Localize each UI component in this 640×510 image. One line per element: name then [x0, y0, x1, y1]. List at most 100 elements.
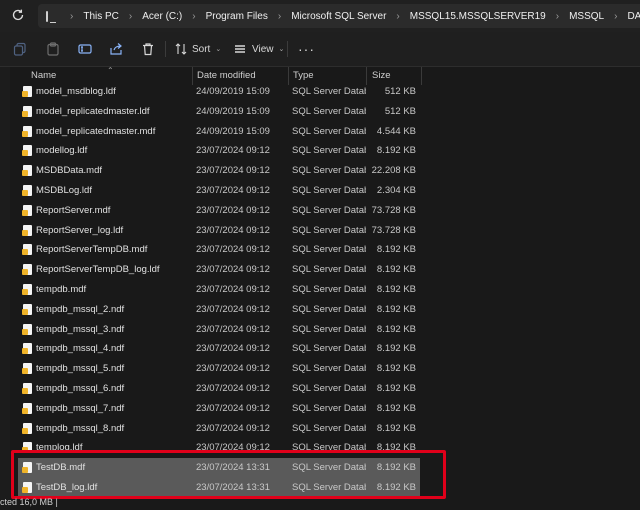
file-size: 22.208 KB — [371, 165, 416, 177]
file-size: 2.304 KB — [376, 185, 416, 196]
breadcrumb-item[interactable]: DATA — [627, 11, 640, 22]
file-type: SQL Server Databa... — [292, 323, 366, 335]
file-size: 8.192 KB — [376, 244, 416, 256]
file-row[interactable]: tempdb.mdf 23/07/2024 09:12 SQL Server Dat… — [18, 280, 420, 300]
navigation-pane-edge — [0, 67, 10, 510]
file-size: 8.192 KB — [376, 383, 416, 394]
file-row[interactable]: modellog.ldf 23/07/2024 09:12 SQL Server D… — [18, 141, 420, 161]
file-row[interactable]: ReportServer_log.ldf 23/07/2024 09:12 SQL … — [18, 221, 420, 241]
column-size[interactable]: Size — [372, 70, 390, 81]
file-row[interactable]: tempdb_mssql_4.ndf 23/07/2024 09:12 SQL Se… — [18, 339, 420, 359]
file-row[interactable]: MSDBLog.ldf 23/07/2024 09:12 SQL Server Da… — [18, 181, 420, 201]
file-name: model_replicatedmaster.ldf — [36, 105, 150, 117]
file-row[interactable]: model_replicatedmaster.mdf 24/09/2019 15:… — [18, 122, 420, 142]
sort-button[interactable]: Sort ⌄ — [175, 41, 221, 57]
file-name: modellog.ldf — [36, 145, 88, 157]
breadcrumb-separator-icon[interactable]: › — [614, 11, 617, 22]
file-name: MSDBData.mdf — [36, 165, 102, 177]
breadcrumb-item[interactable]: MSSQL15.MSSQLSERVER19 — [410, 11, 546, 22]
refresh-icon[interactable] — [10, 8, 26, 24]
view-icon — [234, 43, 246, 55]
file-name: ReportServerTempDB_log.ldf — [36, 264, 160, 276]
file-size: 8.192 KB — [376, 264, 416, 276]
breadcrumb-item[interactable]: Microsoft SQL Server — [291, 11, 386, 22]
file-date: 24/09/2019 15:09 — [196, 86, 270, 97]
file-row[interactable]: ReportServerTempDB.mdf 23/07/2024 09:12 SQ… — [18, 240, 420, 260]
column-name[interactable]: Name — [31, 70, 56, 81]
file-size: 8.192 KB — [376, 303, 416, 315]
file-size: 512 KB — [384, 86, 416, 97]
breadcrumb-separator-icon[interactable]: › — [556, 11, 559, 22]
delete-icon[interactable] — [141, 41, 155, 57]
file-icon — [22, 86, 32, 97]
file-date: 23/07/2024 09:12 — [196, 402, 270, 414]
file-type: SQL Server Databa... — [292, 224, 366, 236]
file-type: SQL Server Databa... — [292, 185, 366, 196]
breadcrumb-item[interactable]: Acer (C:) — [142, 11, 182, 22]
file-type: SQL Server Databa... — [292, 422, 366, 434]
file-name: tempdb_mssql_6.ndf — [36, 383, 125, 394]
breadcrumb-item[interactable]: This PC — [83, 11, 119, 22]
address-bar: › This PC › Acer (C:) › Program Files › Microso… — [0, 0, 640, 32]
file-date: 23/07/2024 09:12 — [196, 363, 270, 375]
breadcrumb-separator-icon[interactable]: › — [278, 11, 281, 22]
file-row[interactable]: tempdb_mssql_7.ndf 23/07/2024 09:12 SQL Se… — [18, 399, 420, 419]
file-type: SQL Server Databa... — [292, 125, 366, 137]
file-icon — [22, 402, 32, 414]
breadcrumb-separator-icon[interactable]: › — [129, 11, 132, 22]
paste-icon[interactable] — [46, 41, 60, 57]
sort-icon — [175, 43, 187, 55]
file-icon — [22, 244, 32, 256]
file-type: SQL Server Databa... — [292, 363, 366, 375]
view-label: View — [252, 43, 274, 55]
breadcrumb-separator-icon[interactable]: › — [70, 11, 73, 22]
file-row[interactable]: model_replicatedmaster.ldf 24/09/2019 15:… — [18, 102, 420, 122]
file-row[interactable]: tempdb_mssql_3.ndf 23/07/2024 09:12 SQL Se… — [18, 320, 420, 340]
column-type[interactable]: Type — [293, 70, 314, 81]
file-row[interactable]: tempdb_mssql_6.ndf 23/07/2024 09:12 SQL Se… — [18, 379, 420, 399]
file-name: tempdb_mssql_3.ndf — [36, 323, 125, 335]
file-type: SQL Server Databa... — [292, 145, 366, 157]
copy-icon[interactable] — [13, 41, 27, 57]
file-row[interactable]: MSDBData.mdf 23/07/2024 09:12 SQL Server D… — [18, 161, 420, 181]
view-button[interactable]: View ⌄ — [234, 41, 284, 57]
file-type: SQL Server Databa... — [292, 244, 366, 256]
file-row[interactable]: ReportServerTempDB_log.ldf 23/07/2024 09:… — [18, 260, 420, 280]
breadcrumb-item[interactable]: MSSQL — [569, 11, 604, 22]
file-date: 23/07/2024 09:12 — [196, 145, 270, 157]
file-size: 73.728 KB — [371, 224, 416, 236]
breadcrumb-item[interactable]: Program Files — [206, 11, 268, 22]
column-date[interactable]: Date modified — [197, 70, 256, 81]
breadcrumb-separator-icon[interactable]: › — [192, 11, 195, 22]
file-name: ReportServer_log.ldf — [36, 224, 124, 236]
file-row[interactable]: tempdb_mssql_5.ndf 23/07/2024 09:12 SQL Se… — [18, 359, 420, 379]
file-row[interactable]: model_msdblog.ldf 24/09/2019 15:09 SQL Ser… — [18, 82, 420, 102]
breadcrumb[interactable]: › This PC › Acer (C:) › Program Files › Microso… — [38, 4, 640, 28]
chevron-down-icon: ⌄ — [215, 46, 222, 53]
file-size: 8.192 KB — [376, 422, 416, 434]
file-icon — [22, 383, 32, 394]
file-date: 23/07/2024 09:12 — [196, 165, 270, 177]
more-icon[interactable]: ··· — [298, 41, 315, 57]
rename-icon[interactable] — [78, 41, 92, 57]
file-name: model_replicatedmaster.mdf — [36, 125, 156, 137]
this-pc-icon — [46, 10, 56, 23]
file-size: 8.192 KB — [376, 323, 416, 335]
file-type: SQL Server Databa... — [292, 303, 366, 315]
file-row[interactable]: tempdb_mssql_8.ndf 23/07/2024 09:12 SQL Se… — [18, 419, 420, 439]
file-type: SQL Server Databa... — [292, 86, 366, 97]
file-date: 23/07/2024 09:12 — [196, 422, 270, 434]
share-icon[interactable] — [109, 41, 123, 57]
file-name: tempdb_mssql_8.ndf — [36, 422, 125, 434]
file-date: 23/07/2024 09:12 — [196, 303, 270, 315]
file-type: SQL Server Databa... — [292, 343, 366, 355]
file-type: SQL Server Databa... — [292, 383, 366, 394]
file-size: 8.192 KB — [376, 145, 416, 157]
file-icon — [22, 363, 32, 375]
breadcrumb-separator-icon[interactable]: › — [396, 11, 399, 22]
file-row[interactable]: ReportServer.mdf 23/07/2024 09:12 SQL Serv… — [18, 201, 420, 221]
file-type: SQL Server Databa... — [292, 264, 366, 276]
file-name: tempdb_mssql_7.ndf — [36, 402, 125, 414]
file-row[interactable]: tempdb_mssql_2.ndf 23/07/2024 09:12 SQL Se… — [18, 300, 420, 320]
file-icon — [22, 264, 32, 276]
